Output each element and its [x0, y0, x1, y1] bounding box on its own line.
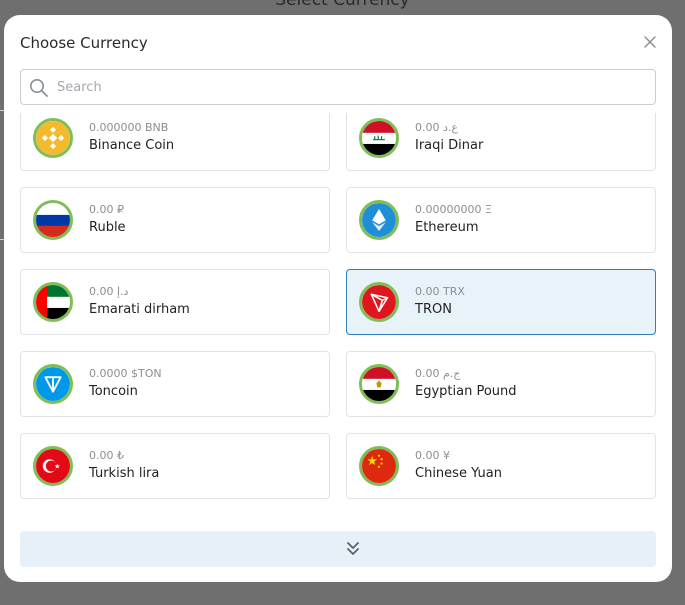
- china-flag-icon: [362, 449, 396, 483]
- currency-name: Binance Coin: [89, 138, 175, 153]
- russia-flag-icon: [36, 203, 70, 237]
- close-icon: [644, 36, 656, 48]
- currency-amount: د.إ 0.00: [89, 285, 129, 298]
- turkey-flag-icon: [36, 449, 70, 483]
- currency-card-toncoin[interactable]: 0.0000 $TON Toncoin: [20, 351, 330, 417]
- choose-currency-modal: Choose Currency Search 0.000000 BNB Bina…: [4, 15, 672, 582]
- currency-card-tron[interactable]: 0.00 TRX TRON: [346, 269, 656, 335]
- binance-coin-icon: [36, 121, 70, 155]
- currency-name: TRON: [415, 302, 452, 317]
- load-more-button[interactable]: [20, 531, 656, 567]
- currency-card-chinese-yuan[interactable]: 0.00 ¥ Chinese Yuan: [346, 433, 656, 499]
- currency-amount: 0.00 ج.م: [415, 367, 461, 380]
- currency-name: Ethereum: [415, 220, 479, 235]
- currency-name: Toncoin: [89, 384, 138, 399]
- search-box: [20, 69, 656, 105]
- tron-icon: [362, 285, 396, 319]
- currency-amount: 0.00 ₺: [89, 449, 124, 462]
- search-input[interactable]: [57, 70, 647, 104]
- egypt-flag-icon: [362, 367, 396, 401]
- currency-card-iraqi-dinar[interactable]: 0.00 ع.د Iraqi Dinar: [346, 113, 656, 171]
- currency-name: Iraqi Dinar: [415, 138, 484, 153]
- currency-card-emarati-dirham[interactable]: د.إ 0.00 Emarati dirham: [20, 269, 330, 335]
- currency-amount: 0.00000000 Ξ: [415, 203, 492, 216]
- ethereum-icon: [362, 203, 396, 237]
- currency-amount: 0.0000 $TON: [89, 367, 162, 380]
- currency-name: Ruble: [89, 220, 126, 235]
- currency-card-ruble[interactable]: 0.00 ₽ Ruble: [20, 187, 330, 253]
- uae-flag-icon: [36, 285, 70, 319]
- currency-amount: 0.00 ₽: [89, 203, 124, 216]
- currency-card-ethereum[interactable]: 0.00000000 Ξ Ethereum: [346, 187, 656, 253]
- chevrons-down-icon: [347, 542, 359, 555]
- currency-card-turkish-lira[interactable]: 0.00 ₺ Turkish lira: [20, 433, 330, 499]
- modal-title: Choose Currency: [20, 34, 148, 52]
- search-icon: [30, 79, 48, 97]
- currency-amount: 0.00 TRX: [415, 285, 465, 298]
- currency-card-binance-coin[interactable]: 0.000000 BNB Binance Coin: [20, 113, 330, 171]
- currency-amount: 0.00 ¥: [415, 449, 450, 462]
- currency-list: 0.000000 BNB Binance Coin 0.00 ع.د Iraqi…: [20, 113, 656, 509]
- currency-card-egyptian-pound[interactable]: 0.00 ج.م Egyptian Pound: [346, 351, 656, 417]
- currency-amount: 0.000000 BNB: [89, 121, 169, 134]
- currency-amount: 0.00 ع.د: [415, 121, 458, 134]
- toncoin-icon: [36, 367, 70, 401]
- currency-name: Egyptian Pound: [415, 384, 517, 399]
- currency-name: Chinese Yuan: [415, 466, 502, 481]
- currency-name: Turkish lira: [89, 466, 160, 481]
- close-button[interactable]: [642, 34, 658, 50]
- backdrop-title: Select Currency: [275, 0, 410, 10]
- iraq-flag-icon: [362, 121, 396, 155]
- currency-name: Emarati dirham: [89, 302, 190, 317]
